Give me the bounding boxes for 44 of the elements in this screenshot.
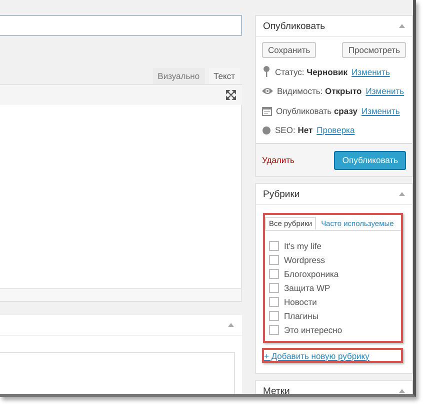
status-text: Видимость: Открыто xyxy=(277,86,362,96)
status-text: Опубликовать сразу xyxy=(276,106,358,116)
collapse-icon[interactable] xyxy=(399,389,405,393)
add-category-link[interactable]: + Добавить новую рубрику xyxy=(264,350,370,360)
category-label: Wordpress xyxy=(284,255,325,265)
publish-button[interactable]: Опубликовать xyxy=(334,150,406,170)
eye-icon xyxy=(262,87,273,96)
fullscreen-icon[interactable] xyxy=(226,90,236,100)
category-label: Новости xyxy=(284,297,317,307)
title-field[interactable] xyxy=(0,15,242,36)
pin-icon xyxy=(262,66,271,78)
checkbox[interactable] xyxy=(269,269,279,279)
delete-link[interactable]: Удалить xyxy=(262,155,294,165)
save-button[interactable]: Сохранить xyxy=(262,42,316,58)
checkbox[interactable] xyxy=(269,297,279,307)
status-dot-icon xyxy=(262,126,271,135)
panel-title: Опубликовать xyxy=(263,20,326,32)
checkbox[interactable] xyxy=(269,311,279,321)
checkbox[interactable] xyxy=(269,255,279,265)
edit-link[interactable]: Изменить xyxy=(352,66,390,77)
panel-title: Метки xyxy=(263,386,290,394)
status-text: SEO: Нет xyxy=(275,125,313,136)
checkbox[interactable] xyxy=(269,283,279,293)
preview-button[interactable]: Просмотреть xyxy=(342,42,406,58)
calendar-icon xyxy=(262,106,272,116)
category-label: Защита WP xyxy=(284,283,330,293)
panel-title: Рубрики xyxy=(263,188,300,200)
collapse-icon[interactable] xyxy=(399,24,405,28)
edit-link[interactable]: Изменить xyxy=(366,86,404,96)
editor-tab[interactable]: Текст xyxy=(208,68,240,84)
edit-link[interactable]: Изменить xyxy=(361,106,400,116)
collapse-icon[interactable] xyxy=(399,192,405,196)
text-editor[interactable] xyxy=(0,105,242,288)
checkbox[interactable] xyxy=(269,241,279,251)
status-text: Статус: Черновик xyxy=(275,66,348,77)
category-label: Это интересно xyxy=(284,325,342,335)
edit-link[interactable]: Проверка xyxy=(316,125,355,136)
category-label: It's my life xyxy=(284,241,322,251)
checkbox[interactable] xyxy=(269,325,279,335)
text-area[interactable] xyxy=(0,352,235,394)
category-label: Блогохроника xyxy=(284,269,339,279)
category-label: Плагины xyxy=(284,311,318,321)
editor-tab[interactable]: Визуально xyxy=(152,68,205,84)
collapse-icon[interactable] xyxy=(228,323,234,327)
